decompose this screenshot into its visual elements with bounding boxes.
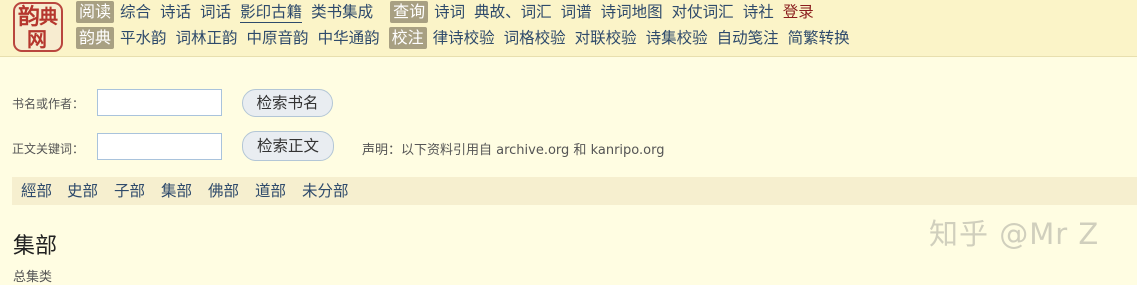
nav-link-couplet-check[interactable]: 对联校验 <box>575 28 637 48</box>
nav-tag-annotate[interactable]: 校注 <box>388 27 427 49</box>
nav-link-cige-check[interactable]: 词格校验 <box>504 28 566 48</box>
search-book-button[interactable]: 检索书名 <box>242 89 333 117</box>
nav-link-pingshui[interactable]: 平水韵 <box>120 28 167 48</box>
source-notice: 声明：以下资料引用自 archive.org 和 kanripo.org <box>362 143 665 158</box>
category-bar: 經部 史部 子部 集部 佛部 道部 未分部 <box>12 177 1137 205</box>
nav-row-2: 韵典 平水韵 词林正韵 中原音韵 中华通韵 校注 律诗校验 词格校验 对联校验 … <box>76 26 859 50</box>
text-search-label: 正文关键词： <box>12 142 85 156</box>
nav-link-poetry-map[interactable]: 诗词地图 <box>601 2 663 22</box>
nav-link-cihua[interactable]: 词话 <box>200 2 231 22</box>
category-fo[interactable]: 佛部 <box>208 177 239 205</box>
nav-link-shihua[interactable]: 诗话 <box>160 2 191 22</box>
nav-link-allusions[interactable]: 典故、词汇 <box>474 2 552 22</box>
nav-link-cilin[interactable]: 词林正韵 <box>176 28 238 48</box>
watermark: 知乎 @Mr Z <box>929 217 1100 251</box>
nav-link-zhonghua[interactable]: 中华通韵 <box>318 28 380 48</box>
nav-link-convert[interactable]: 简繁转换 <box>788 28 850 48</box>
site-logo-seal[interactable]: 韵 典 网 <box>13 2 63 52</box>
nav-link-auto-annotate[interactable]: 自动笺注 <box>717 28 779 48</box>
subsection-label: 总集类 <box>13 270 53 285</box>
nav-link-lushi-check[interactable]: 律诗校验 <box>433 28 495 48</box>
nav-tag-read[interactable]: 阅读 <box>76 1 115 23</box>
nav-row-1: 阅读 综合 诗话 词话 影印古籍 类书集成 查询 诗词 典故、词汇 词谱 诗词地… <box>76 0 823 24</box>
logo-char-1: 韵 <box>18 4 41 30</box>
category-jing[interactable]: 經部 <box>21 177 52 205</box>
nav-link-comprehensive[interactable]: 综合 <box>120 2 151 22</box>
category-shi[interactable]: 史部 <box>67 177 98 205</box>
nav-link-antithesis[interactable]: 对仗词汇 <box>672 2 734 22</box>
category-dao[interactable]: 道部 <box>255 177 286 205</box>
nav-link-poetry-club[interactable]: 诗社 <box>743 2 774 22</box>
nav-link-poems[interactable]: 诗词 <box>434 2 465 22</box>
nav-link-collection-check[interactable]: 诗集校验 <box>646 28 708 48</box>
search-text-button[interactable]: 检索正文 <box>242 131 334 161</box>
section-title: 集部 <box>13 234 58 259</box>
nav-link-facsimile-books[interactable]: 影印古籍 <box>240 2 303 23</box>
nav-link-zhongyuan[interactable]: 中原音韵 <box>247 28 309 48</box>
nav-link-encyclopedia[interactable]: 类书集成 <box>311 2 373 22</box>
nav-link-cipu[interactable]: 词谱 <box>561 2 592 22</box>
logo-char-3: 网 <box>27 27 47 51</box>
book-search-label: 书名或作者： <box>12 97 85 111</box>
category-zi[interactable]: 子部 <box>114 177 145 205</box>
nav-tag-rhyme[interactable]: 韵典 <box>76 27 115 49</box>
top-navigation: 韵 典 网 阅读 综合 诗话 词话 影印古籍 类书集成 查询 诗词 典故、词汇 … <box>0 0 1137 57</box>
book-search-input[interactable] <box>97 89 222 116</box>
nav-tag-query[interactable]: 查询 <box>390 1 429 23</box>
login-link[interactable]: 登录 <box>783 2 814 22</box>
category-ji[interactable]: 集部 <box>161 177 192 205</box>
category-uncategorized[interactable]: 未分部 <box>302 177 349 205</box>
text-search-input[interactable] <box>97 133 222 160</box>
logo-char-2: 典 <box>39 6 59 28</box>
